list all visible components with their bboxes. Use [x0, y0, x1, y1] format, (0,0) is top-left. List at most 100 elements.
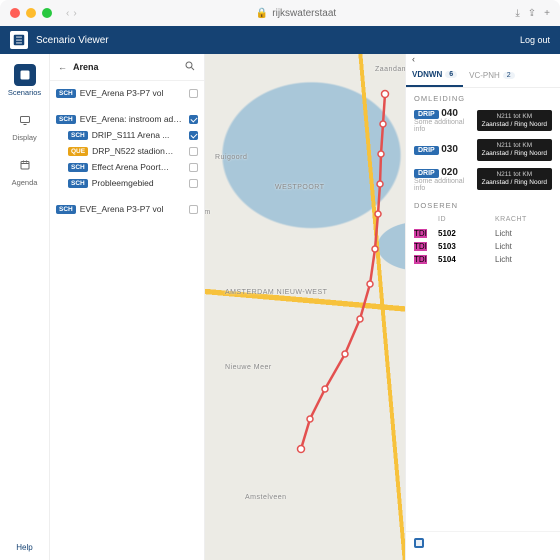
nav-label: Display: [12, 133, 37, 142]
tree-node[interactable]: SCH DRIP_S111 Arena ...: [50, 127, 204, 143]
tdi-row[interactable]: TDI 5102 Licht: [414, 227, 552, 240]
node-label: EVE_Arena P3-P7 vol: [80, 88, 185, 98]
tree-node[interactable]: SCH EVE_Arena P3-P7 vol: [50, 85, 204, 101]
section-heading: DOSEREN: [406, 195, 560, 212]
tree-node[interactable]: SCH Effect Arena Poort…: [50, 159, 204, 175]
drip-sign-preview: N211 tot KMZaanstad / Ring Noord: [477, 110, 552, 132]
node-badge: SCH: [68, 131, 88, 140]
scenario-tree: SCH EVE_Arena P3-P7 vol SCH EVE_Arena: i…: [50, 81, 204, 221]
drip-tag: DRIP: [414, 169, 439, 178]
app-title: Scenario Viewer: [36, 35, 520, 46]
node-badge: SCH: [68, 163, 88, 172]
lock-icon: 🔒: [256, 8, 268, 19]
nav-display[interactable]: Display: [5, 105, 45, 146]
node-checkbox[interactable]: [189, 205, 198, 214]
tdi-kracht: Licht: [495, 229, 552, 238]
drip-row[interactable]: DRIP 040 Some additional info N211 tot K…: [406, 105, 560, 136]
drip-row[interactable]: DRIP 030 N211 tot KMZaanstad / Ring Noor…: [406, 136, 560, 164]
node-checkbox[interactable]: [189, 131, 198, 140]
tdi-id: 5103: [438, 242, 495, 251]
tab-vcpnh[interactable]: VC-PNH 2: [463, 64, 521, 87]
map-label: Ruigoord: [215, 154, 247, 161]
tdi-id: 5102: [438, 229, 495, 238]
map-canvas[interactable]: ZaandamWESTPOORTAMSTERDAM NIEUW-WESTAmst…: [205, 54, 560, 560]
tdi-kracht: Licht: [495, 242, 552, 251]
add-icon[interactable]: +: [544, 8, 550, 19]
node-label: Probleemgebied: [92, 178, 185, 188]
map-label: AMSTERDAM NIEUW-WEST: [225, 289, 327, 296]
display-icon: [14, 109, 36, 131]
drip-subtitle: Some additional info: [414, 119, 471, 133]
tree-title: Arena: [73, 62, 178, 72]
tree-node[interactable]: SCH EVE_Arena: instroom advies…: [50, 111, 204, 127]
tree-node[interactable]: SCH Probleemgebied: [50, 175, 204, 191]
back-arrow-icon[interactable]: ←: [58, 62, 67, 72]
tdi-table-header: ID KRACHT: [414, 212, 552, 227]
window-controls[interactable]: [10, 8, 52, 18]
node-label: Effect Arena Poort…: [92, 162, 185, 172]
back-icon[interactable]: ‹: [66, 8, 69, 19]
details-tabs: VDNWN 6 VC-PNH 2: [406, 64, 560, 88]
app-header: Scenario Viewer Log out: [0, 26, 560, 54]
tree-node[interactable]: QUE DRP_N522 stadion…: [50, 143, 204, 159]
nav-agenda[interactable]: Agenda: [5, 150, 45, 191]
tdi-tag: TDI: [414, 242, 427, 251]
tab-vdnwn[interactable]: VDNWN 6: [406, 64, 463, 87]
tdi-row[interactable]: TDI 5104 Licht: [414, 253, 552, 266]
tab-count: 2: [503, 72, 515, 79]
tdi-tag: TDI: [414, 229, 427, 238]
node-badge: SCH: [68, 179, 88, 188]
tab-label: VC-PNH: [469, 71, 500, 80]
drip-subtitle: Some additional info: [414, 178, 471, 192]
tab-label: VDNWN: [412, 70, 442, 79]
drip-id: 030: [441, 144, 458, 155]
node-label: EVE_Arena P3-P7 vol: [80, 204, 185, 214]
share-icon[interactable]: ⇪: [528, 8, 536, 19]
scenarios-icon: [14, 64, 36, 86]
nav-label: Scenarios: [8, 88, 41, 97]
nav-rail: Scenarios Display Agenda Help: [0, 54, 50, 560]
drip-tag: DRIP: [414, 110, 439, 119]
tdi-kracht: Licht: [495, 255, 552, 264]
drip-id: 020: [441, 167, 458, 178]
address-bar[interactable]: 🔒 rijkswaterstaat: [83, 8, 510, 19]
drip-sign-preview: N211 tot KMZaanstad / Ring Noord: [477, 139, 552, 161]
minimize-window-icon[interactable]: [26, 8, 36, 18]
forward-icon[interactable]: ›: [73, 8, 76, 19]
node-checkbox[interactable]: [189, 163, 198, 172]
tree-node[interactable]: SCH EVE_Arena P3-P7 vol: [50, 201, 204, 217]
node-badge: SCH: [56, 89, 76, 98]
map-label: WESTPOORT: [275, 184, 324, 191]
url-text: rijkswaterstaat: [272, 8, 336, 19]
search-icon[interactable]: [184, 60, 196, 74]
agenda-icon: [14, 154, 36, 176]
scenario-tree-panel: ← Arena SCH EVE_Arena P3-P7 vol SCH EVE_…: [50, 54, 205, 560]
drip-row[interactable]: DRIP 020 Some additional info N211 tot K…: [406, 164, 560, 195]
browser-chrome: ‹ › 🔒 rijkswaterstaat ⤓ ⇪ +: [0, 0, 560, 26]
node-badge: SCH: [56, 205, 76, 214]
maximize-window-icon[interactable]: [42, 8, 52, 18]
node-badge: QUE: [68, 147, 88, 156]
drip-id: 040: [441, 108, 458, 119]
download-icon[interactable]: ⤓: [515, 8, 519, 19]
node-badge: SCH: [56, 115, 76, 124]
node-checkbox[interactable]: [189, 89, 198, 98]
details-panel: ‹ VDNWN 6 VC-PNH 2 OMLEIDING DRIP 040 So…: [405, 54, 560, 560]
node-checkbox[interactable]: [189, 147, 198, 156]
tdi-row[interactable]: TDI 5103 Licht: [414, 240, 552, 253]
map-label: Nieuwe Meer: [225, 364, 272, 371]
map-label: Spaarndam: [205, 209, 211, 216]
panel-back-icon[interactable]: ‹: [406, 54, 560, 64]
section-heading: OMLEIDING: [406, 88, 560, 105]
tdi-id: 5104: [438, 255, 495, 264]
node-checkbox[interactable]: [189, 179, 198, 188]
close-window-icon[interactable]: [10, 8, 20, 18]
drip-sign-preview: N211 tot KMZaanstad / Ring Noord: [477, 168, 552, 190]
node-label: DRIP_S111 Arena ...: [92, 130, 185, 140]
map-label: Zaandam: [375, 66, 408, 73]
legend-swatch: [414, 538, 424, 548]
node-checkbox[interactable]: [189, 115, 198, 124]
help-link[interactable]: Help: [16, 543, 32, 552]
nav-scenarios[interactable]: Scenarios: [5, 60, 45, 101]
logout-link[interactable]: Log out: [520, 35, 550, 45]
